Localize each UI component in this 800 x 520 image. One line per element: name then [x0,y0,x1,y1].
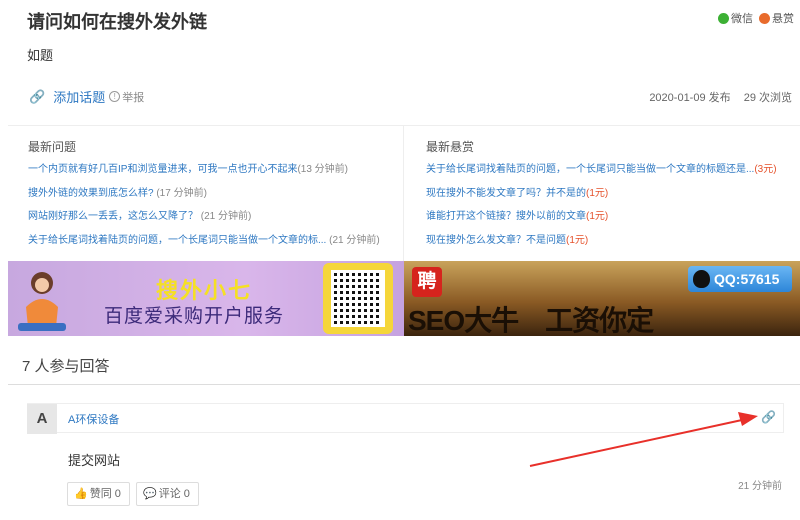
answer-time: 21 分钟前 [738,481,782,492]
question-link[interactable]: 关于给长尾词找着陆页的问题，一个长尾词只能当做一个文章的标... [28,235,326,246]
reward-link[interactable]: 谁能打开这个链接？搜外以前的文章 [426,211,586,222]
list-item[interactable]: 关于给长尾词找着陆页的问题，一个长尾词只能当做一个文章的标题还是...(3元) [426,158,796,182]
column-divider [403,126,404,261]
latest-questions-list: 一个内页就有好几百IP和浏览量进来，可我一点也开心不起来(13 分钟前) 搜外外… [28,158,398,252]
qq-contact: QQ:57615 [688,266,792,292]
answer-username[interactable]: A环保设备 [68,411,119,427]
item-time: (21 分钟前) [200,211,252,222]
qr-code [323,263,393,334]
ad-banner-left[interactable]: 搜外小七 百度爱采购开户服务 [8,261,404,336]
latest-rewards-title: 最新悬赏 [426,140,475,154]
reward-amount: (1元) [566,234,589,246]
link-icon[interactable]: 🔗 [761,410,776,424]
list-item[interactable]: 现在搜外不能发文章了吗？并不是的(1元) [426,182,796,206]
list-item[interactable]: 关于给长尾词找着陆页的问题，一个长尾词只能当做一个文章的标... (21 分钟前… [28,229,398,253]
link-icon: 🔗 [29,88,46,104]
divider [8,125,800,126]
reward-link[interactable]: 现在搜外不能发文章了吗？并不是的 [426,188,586,199]
latest-rewards-list: 关于给长尾词找着陆页的问题，一个长尾词只能当做一个文章的标题还是...(3元) … [426,158,796,252]
banner-subline: 百度爱采购开户服务 [104,306,285,327]
list-item[interactable]: 网站刚好那么一丢丢，这怎么又降了？ (21 分钟前) [28,205,398,229]
report-link[interactable]: ! 举报 [109,89,144,105]
question-title: 请问如何在搜外发外链 [27,12,207,32]
wechat-icon[interactable] [718,12,729,24]
like-button[interactable]: 👍 赞同 0 [67,482,130,506]
avatar[interactable]: A [27,404,57,434]
comment-icon: 💬 [143,488,157,500]
add-topic-link[interactable]: 添加话题 [53,87,105,106]
question-actions: 🔗 添加话题 ! 举报 [29,87,144,106]
list-item[interactable]: 现在搜外怎么发文章？不是问题(1元) [426,229,796,253]
item-time: (21 分钟前) [329,234,380,246]
question-body: 如题 [27,48,54,63]
list-item[interactable]: 谁能打开这个链接？搜外以前的文章(1元) [426,205,796,229]
question-link[interactable]: 网站刚好那么一丢丢，这怎么又降了？ [28,211,198,222]
reward-amount: (1元) [586,211,609,222]
like-label: 赞同 0 [89,488,121,500]
answer-text: 提交网站 [68,453,121,468]
question-link[interactable]: 一个内页就有好几百IP和浏览量进来，可我一点也开心不起来 [28,164,297,175]
question-link[interactable]: 搜外外链的效果到底怎么样? [28,188,154,199]
latest-questions-title: 最新问题 [28,140,77,154]
list-item[interactable]: 搜外外链的效果到底怎么样? (17 分钟前) [28,182,398,206]
thumb-up-icon: 👍 [74,488,88,500]
hiring-badge: 聘 [412,267,442,297]
info-icon: ! [109,91,121,102]
ad-banner-right[interactable]: 聘 SEO大牛 工资你定 QQ:57615 [404,261,800,336]
item-time: (17 分钟前) [156,187,207,199]
illustration-girl-icon [18,272,66,331]
answer-header [27,403,784,433]
divider [8,384,800,385]
item-time: (13 分钟前) [297,164,349,175]
comment-button[interactable]: 💬 评论 0 [136,482,199,506]
answers-count: 7 人参与回答 [22,358,110,375]
reward-link[interactable]: 关于给长尾词找着陆页的问题，一个长尾词只能当做一个文章的标题还是... [426,164,754,175]
question-page: 请问如何在搜外发外链 微信 悬赏 如题 🔗 添加话题 ! 举报 2020-01-… [0,0,800,520]
reward-icon[interactable] [759,12,770,24]
reward-link[interactable]: 现在搜外怎么发文章？不是问题 [426,235,566,246]
share-wechat-label[interactable]: 微信 [731,10,753,26]
question-meta: 2020-01-09 发布 29 次浏览 [649,89,792,105]
qq-penguin-icon [693,270,710,288]
comment-label: 评论 0 [158,488,190,500]
view-count: 29 次浏览 [743,92,792,104]
banner-headline-right: SEO大牛 工资你定 [408,305,654,336]
share-bar: 微信 悬赏 [718,10,794,26]
annotation-arrow [529,412,758,467]
publish-date: 2020-01-09 发布 [649,92,731,104]
list-item[interactable]: 一个内页就有好几百IP和浏览量进来，可我一点也开心不起来(13 分钟前) [28,158,398,182]
reward-amount: (1元) [586,187,609,199]
qq-number: QQ:57615 [714,271,780,287]
reward-amount: (3元) [754,164,777,175]
report-label: 举报 [122,91,145,104]
reward-label[interactable]: 悬赏 [772,10,794,26]
